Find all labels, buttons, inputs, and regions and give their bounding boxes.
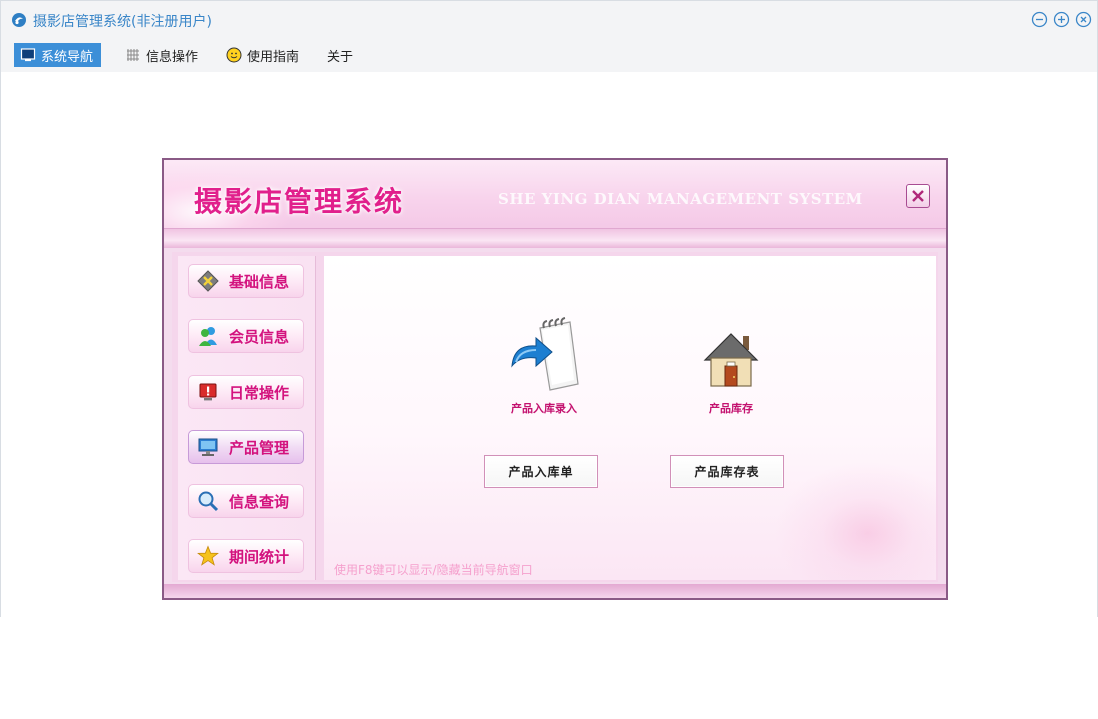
header-band <box>164 228 946 248</box>
inventory-report-button[interactable]: 产品库存表 <box>670 455 784 488</box>
sidebar-item-period-statistics[interactable]: 期间统计 <box>188 539 304 573</box>
sidebar-item-basic-info[interactable]: 基础信息 <box>188 264 304 298</box>
navigation-dialog: 摄影店管理系统 SHE YING DIAN MANAGEMENT SYSTEM … <box>162 158 948 600</box>
product-inventory[interactable]: 产品库存 <box>676 314 786 416</box>
dialog-content: 产品入库录入 产品库存 产品入库单 产品库存表 使用F8键可以显示/隐藏当前导航… <box>324 256 944 581</box>
menu-item-about[interactable]: 关于 <box>321 43 361 67</box>
sidebar-item-label: 日常操作 <box>229 383 290 402</box>
sidebar-item-label: 产品管理 <box>229 438 290 457</box>
dialog-header: 摄影店管理系统 SHE YING DIAN MANAGEMENT SYSTEM <box>164 160 946 248</box>
sidebar-item-daily-operation[interactable]: 日常操作 <box>188 375 304 409</box>
notepad-arrow-icon <box>511 317 579 391</box>
feature-label: 产品入库录入 <box>511 402 577 415</box>
dialog-subtitle: SHE YING DIAN MANAGEMENT SYSTEM <box>498 190 863 208</box>
dialog-sidebar: 基础信息 会员信息 日常操作 产品管理 信息查询 期间统计 <box>178 256 316 580</box>
house-icon <box>703 333 759 387</box>
monitor-icon <box>197 436 219 458</box>
users-icon <box>197 325 219 347</box>
feature-label: 产品库存 <box>709 402 753 415</box>
close-icon <box>1075 11 1092 28</box>
star-icon <box>197 545 219 567</box>
title-bar: 摄影店管理系统(非注册用户) <box>1 1 1097 39</box>
menu-bar: 系统导航 信息操作 使用指南 关于 <box>1 39 1097 72</box>
dialog-body: 基础信息 会员信息 日常操作 产品管理 信息查询 期间统计 产品入库录入 产品库… <box>172 252 944 582</box>
sidebar-item-product-management[interactable]: 产品管理 <box>188 430 304 464</box>
sidebar-item-label: 期间统计 <box>229 547 290 566</box>
smiley-icon <box>226 47 242 63</box>
menu-item-label: 关于 <box>327 49 354 65</box>
menu-item-info-operation[interactable]: 信息操作 <box>119 43 206 67</box>
app-logo-icon <box>11 12 27 28</box>
menu-item-label: 系统导航 <box>41 49 94 65</box>
sidebar-item-label: 信息查询 <box>229 492 290 511</box>
f8-hint-text: 使用F8键可以显示/隐藏当前导航窗口 <box>334 563 533 577</box>
sidebar-item-member-info[interactable]: 会员信息 <box>188 319 304 353</box>
dialog-title: 摄影店管理系统 <box>194 185 405 218</box>
window-title: 摄影店管理系统(非注册用户) <box>33 14 212 30</box>
menu-item-label: 使用指南 <box>247 49 300 65</box>
alert-icon <box>197 381 219 403</box>
minimize-icon <box>1031 11 1048 28</box>
menu-item-system-navigation[interactable]: 系统导航 <box>14 43 102 67</box>
menu-item-user-guide[interactable]: 使用指南 <box>220 43 307 67</box>
monitor-icon <box>20 47 36 63</box>
magnifier-icon <box>197 490 219 512</box>
product-stock-in-entry[interactable]: 产品入库录入 <box>489 314 599 416</box>
menu-item-label: 信息操作 <box>146 49 199 65</box>
close-icon <box>912 190 924 202</box>
sidebar-item-info-query[interactable]: 信息查询 <box>188 484 304 518</box>
sidebar-item-label: 基础信息 <box>229 272 290 291</box>
close-button[interactable] <box>1075 11 1092 28</box>
dialog-footer <box>164 584 946 598</box>
maximize-button[interactable] <box>1053 11 1070 28</box>
dialog-close-button[interactable] <box>906 184 930 208</box>
lotus-decoration <box>774 461 944 581</box>
maximize-icon <box>1053 11 1070 28</box>
grid-icon <box>125 47 141 63</box>
stock-in-order-button[interactable]: 产品入库单 <box>484 455 598 488</box>
diamond-tools-icon <box>197 270 219 292</box>
minimize-button[interactable] <box>1031 11 1048 28</box>
sidebar-item-label: 会员信息 <box>229 327 290 346</box>
